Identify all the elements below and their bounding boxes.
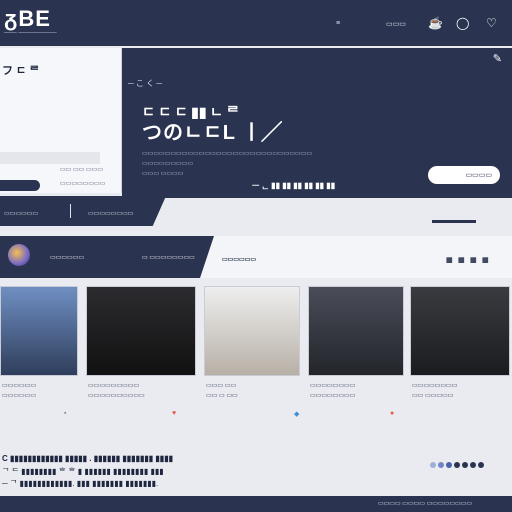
card-title: ▭▭▭ ▭▭ xyxy=(206,383,237,389)
tab-divider xyxy=(70,204,71,218)
grid-icon[interactable]: ▦ xyxy=(446,256,453,264)
ribbon-label-1: ▭▭▭▭▭▭ xyxy=(50,255,85,261)
pagination-dot[interactable] xyxy=(470,462,476,468)
panel-title: フ ㄷ ᄅ xyxy=(2,65,40,77)
site-logo[interactable]: ᵹBE xyxy=(4,6,51,32)
cup-icon[interactable]: ☕ xyxy=(428,16,443,30)
hero-text-2: ▭▭▭▭▭▭▭▭▭ xyxy=(142,161,194,167)
cta-button[interactable]: ▭▭▭▭ xyxy=(428,166,500,184)
hero-text-1: ▭▭▭▭▭▭▭▭▭▭▭▭▭▭▭▭▭▭▭▭▭▭▭▭▭▭▭▭▭▭ xyxy=(142,151,313,157)
footer-line-2: ᄀ ᄃ ▮▮▮▮▮▮▮▮ ᄒ ᄒ ▮ ▮▮▮▮▮▮ ▮▮▮▮▮▮▮▮ ▮▮▮ xyxy=(2,467,164,476)
card-item[interactable]: ▭▭▭▭▭▭▭▭▭ ▭▭▭▭▭▭▭▭▭▭ ♥ xyxy=(86,286,196,426)
pagination-dot[interactable] xyxy=(430,462,436,468)
panel-link-2[interactable]: ▭▭ ▭▭ ▭▭▭ xyxy=(60,166,103,173)
pagination-dots[interactable] xyxy=(430,455,486,473)
hero-breadcrumb: ─ こ く ─ xyxy=(128,79,163,88)
bottom-bar: ▭▭▭▭ ▭▭▭▭ ▭▭▭▭▭▭▭▭ xyxy=(0,496,512,512)
card-subtitle: ▭▭▭▭▭▭▭▭ xyxy=(310,393,356,399)
card-title: ▭▭▭▭▭▭▭▭▭ xyxy=(88,383,140,389)
bookmark-icon[interactable]: ● xyxy=(390,410,394,417)
footer-line-3: ─ ᄀ ▮▮▮▮▮▮▮▮▮▮▮▮. ▮▮▮ ▮▮▮▮▮▮▮ ▮▮▮▮▮▮▮. xyxy=(2,479,159,488)
tab-first[interactable]: ▭▭▭▭▭▭ xyxy=(4,210,38,217)
card-thumbnail xyxy=(410,286,510,376)
hero-text-3: ▭▭▭ ▭▭▭▭ xyxy=(142,171,184,177)
ring-icon[interactable]: ◯ xyxy=(456,16,469,30)
hero-title: つのㄴㄷL ㅣ╱ xyxy=(142,122,283,144)
card-item[interactable]: ▭▭▭▭▭▭▭▭ ▭▭▭▭▭▭▭▭ ● xyxy=(308,286,404,426)
card-title: ▭▭▭▭▭▭▭▭ xyxy=(310,383,356,389)
share-icon[interactable]: ▪ xyxy=(64,410,66,417)
grid-icon[interactable]: ▦ xyxy=(470,256,477,264)
grid-icon[interactable]: ▦ xyxy=(458,256,465,264)
card-thumbnail xyxy=(204,286,300,376)
card-item[interactable]: ▭▭▭ ▭▭ ▭▭ ▭ ▭▭ ◆ xyxy=(204,286,300,426)
logo-tagline: ─── ───────── xyxy=(4,30,57,36)
edit-icon[interactable]: ✎ xyxy=(493,52,502,65)
card-title: ▭▭▭▭▭▭▭▭ xyxy=(412,383,458,389)
ribbon-label-2[interactable]: ▭ ▭▭▭▭▭▭▭▭ xyxy=(142,254,195,261)
tag-icon[interactable]: ◆ xyxy=(294,410,299,418)
card-thumbnail xyxy=(308,286,404,376)
footer-line-1: C ▮▮▮▮▮▮▮▮▮▮▮▮ ▮▮▮▮▮ . ▮▮▮▮▮▮ ▮▮▮▮▮▮▮ ▮▮… xyxy=(2,454,174,463)
hero-caption: ᅳ ᆫ ▮▮ ▮▮ ▮▮ ▮▮ ▮▮ ▮▮ xyxy=(252,181,336,190)
card-subtitle: ▭▭▭▭▭▭ xyxy=(2,393,37,399)
card-thumbnail xyxy=(0,286,78,376)
menu-icon[interactable]: ≡ xyxy=(336,20,340,27)
card-title: ▭▭▭▭▭▭ xyxy=(2,383,37,389)
panel-link-1[interactable]: ▭▭▭▭▭▭▭▭ xyxy=(60,180,105,187)
avatar[interactable] xyxy=(8,244,30,266)
tab-bar: ▭▭▭▭▭▭ ▭▭▭▭▭▭▭▭ xyxy=(0,196,166,226)
tab-second[interactable]: ▭▭▭▭▭▭▭▭ xyxy=(88,210,133,217)
search-input[interactable] xyxy=(0,152,100,164)
card-item[interactable]: ▭▭▭▭▭▭▭▭ ▭▭ ▭▭▭▭▭ xyxy=(410,286,510,426)
hero-banner: ✎ ─ こ く ─ ㄷ ㄷ ㄷ ▮▮ ㄴ ᄅ つのㄴㄷL ㅣ╱ ▭▭▭▭▭▭▭▭… xyxy=(122,48,512,198)
submit-button[interactable] xyxy=(0,180,40,191)
pagination-dot[interactable] xyxy=(446,462,452,468)
card-subtitle: ▭▭▭▭▭▭▭▭▭▭ xyxy=(88,393,145,399)
like-icon[interactable]: ♥ xyxy=(172,410,176,417)
scroll-indicator[interactable] xyxy=(432,220,476,223)
bottom-links[interactable]: ▭▭▭▭ ▭▭▭▭ ▭▭▭▭▭▭▭▭ xyxy=(378,500,472,507)
card-grid: ▭▭▭▭▭▭ ▭▭▭▭▭▭ ▪ ▭▭▭▭▭▭▭▭▭ ▭▭▭▭▭▭▭▭▭▭ ♥ ▭… xyxy=(0,286,512,426)
top-header: ᵹBE ─── ───────── ≡ ▭▭▭ ☕ ◯ ♡ xyxy=(0,0,512,46)
heart-icon[interactable]: ♡ xyxy=(486,16,497,30)
grid-icon[interactable]: ▦ xyxy=(482,256,489,264)
card-thumbnail xyxy=(86,286,196,376)
card-subtitle: ▭▭ ▭ ▭▭ xyxy=(206,393,238,399)
pagination-dot[interactable] xyxy=(462,462,468,468)
pagination-dot[interactable] xyxy=(454,462,460,468)
top-nav-link[interactable]: ▭▭▭ xyxy=(386,20,406,28)
pagination-dot[interactable] xyxy=(478,462,484,468)
card-subtitle: ▭▭ ▭▭▭▭▭ xyxy=(412,393,454,399)
left-panel: フ ㄷ ᄅ ▭▭▭▭▭▭▭▭ ▭▭ ▭▭ ▭▭▭ xyxy=(0,48,122,193)
card-item[interactable]: ▭▭▭▭▭▭ ▭▭▭▭▭▭ ▪ xyxy=(0,286,78,426)
ribbon-label-3: ▭▭▭▭▭▭ xyxy=(222,257,257,263)
pagination-dot[interactable] xyxy=(438,462,444,468)
